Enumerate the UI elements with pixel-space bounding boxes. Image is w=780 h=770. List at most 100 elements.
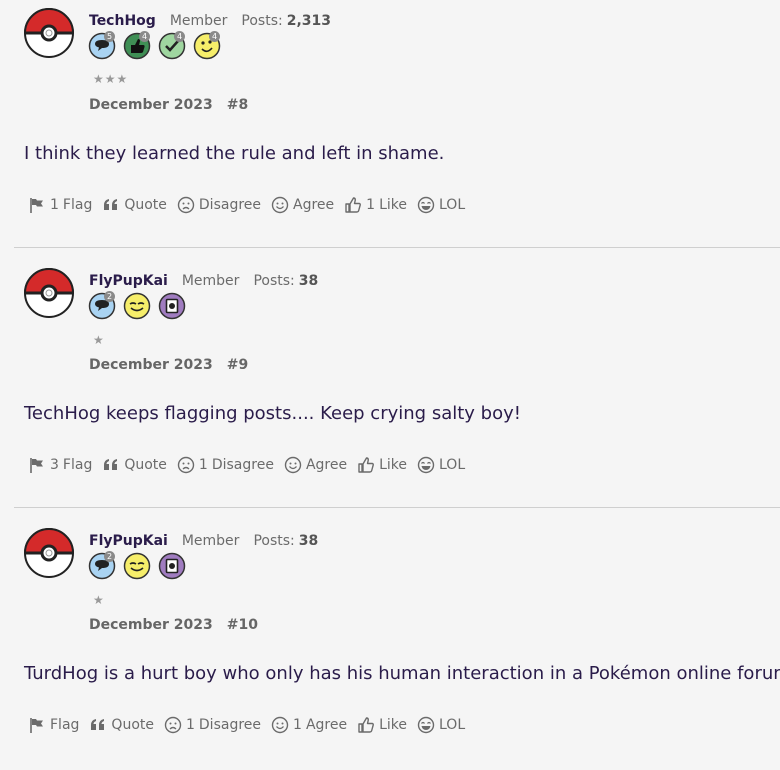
- speech-bubble-badge-icon[interactable]: 2: [88, 551, 116, 580]
- quote-button[interactable]: Quote: [102, 196, 167, 214]
- lol-label: LOL: [439, 197, 466, 213]
- post: FlyPupKai Member Posts: 38 2 ★ December 2023 #1…: [0, 520, 780, 770]
- flag-icon: [28, 196, 50, 214]
- flag-icon: [28, 456, 50, 474]
- post-number-link[interactable]: #9: [227, 357, 248, 373]
- flag-button[interactable]: 3 Flag: [28, 456, 92, 474]
- user-role: Member: [181, 273, 240, 289]
- post-number-link[interactable]: #8: [227, 97, 248, 113]
- post-date-link[interactable]: December 2023: [89, 357, 213, 373]
- flag-label: Flag: [50, 717, 80, 733]
- flag-button[interactable]: Flag: [28, 716, 79, 734]
- photo-badge-icon[interactable]: [158, 292, 186, 320]
- post-date-link[interactable]: December 2023: [89, 617, 213, 633]
- badge-count: 2: [104, 291, 115, 302]
- post-actions: 3 Flag Quote 1 Disagree Agree Like LOL: [28, 456, 475, 474]
- disagree-button[interactable]: Disagree: [177, 196, 261, 214]
- speech-bubble-badge-icon[interactable]: 2: [88, 291, 116, 320]
- checkmark-badge-icon[interactable]: 4: [158, 31, 186, 60]
- post-author-meta: TechHog Member Posts: 2,313: [89, 13, 331, 29]
- disagree-button[interactable]: 1 Disagree: [164, 716, 261, 734]
- flag-icon: [28, 716, 50, 734]
- author-name-link[interactable]: FlyPupKai: [89, 533, 168, 549]
- badge-count: 4: [209, 31, 220, 42]
- like-label: Like: [379, 197, 407, 213]
- disagree-icon: [177, 456, 199, 474]
- post-date-line: December 2023 #8: [89, 97, 248, 113]
- photo-badge-icon[interactable]: [158, 552, 186, 580]
- post-author-meta: FlyPupKai Member Posts: 38: [89, 533, 318, 549]
- pokeball-avatar-icon[interactable]: [23, 8, 75, 58]
- disagree-label: Disagree: [198, 717, 262, 733]
- agree-icon: [271, 196, 293, 214]
- like-count: 1: [366, 197, 376, 213]
- badge-list: 2: [88, 551, 186, 580]
- lol-label: LOL: [439, 457, 466, 473]
- lol-button[interactable]: LOL: [417, 196, 465, 214]
- post-divider: [14, 507, 780, 508]
- speech-bubble-badge-icon[interactable]: 5: [88, 31, 116, 60]
- flag-button[interactable]: 1 Flag: [28, 196, 92, 214]
- post-body: TurdHog is a hurt boy who only has his h…: [24, 663, 780, 684]
- disagree-label: Disagree: [198, 197, 262, 213]
- agree-button[interactable]: Agree: [284, 456, 347, 474]
- user-role: Member: [169, 13, 228, 29]
- disagree-label: Disagree: [211, 457, 274, 473]
- thumbs-up-badge-icon[interactable]: 4: [123, 31, 151, 60]
- posts-count: 38: [298, 273, 319, 289]
- lol-icon: [417, 456, 439, 474]
- wink-badge-icon[interactable]: [123, 292, 151, 320]
- post-actions: Flag Quote 1 Disagree 1 Agree Like LOL: [28, 716, 475, 734]
- wink-badge-icon[interactable]: [123, 552, 151, 580]
- post-date-link[interactable]: December 2023: [89, 97, 213, 113]
- flag-label: Flag: [62, 197, 93, 213]
- like-icon: [357, 716, 379, 734]
- rank-stars: ★: [93, 333, 105, 347]
- disagree-count: 1: [185, 717, 195, 733]
- flag-count: 1: [50, 197, 59, 213]
- badge-count: 4: [174, 31, 185, 42]
- quote-button[interactable]: Quote: [102, 456, 167, 474]
- pokeball-avatar-icon[interactable]: [23, 268, 75, 318]
- agree-button[interactable]: 1 Agree: [271, 716, 347, 734]
- badge-list: 2: [88, 291, 186, 320]
- lol-button[interactable]: LOL: [417, 456, 465, 474]
- author-name-link[interactable]: FlyPupKai: [89, 273, 168, 289]
- like-button[interactable]: 1 Like: [344, 196, 407, 214]
- post-number-link[interactable]: #10: [227, 617, 258, 633]
- quote-icon: [102, 456, 124, 474]
- quote-button[interactable]: Quote: [89, 716, 154, 734]
- agree-icon: [284, 456, 306, 474]
- user-role: Member: [181, 533, 240, 549]
- like-icon: [344, 196, 366, 214]
- rank-stars: ★★★: [93, 72, 129, 86]
- pokeball-avatar-icon[interactable]: [23, 528, 75, 578]
- post: TechHog Member Posts: 2,313 5 4 4 4 ★★★ December …: [0, 0, 780, 250]
- agree-icon: [271, 716, 293, 734]
- badge-count: 2: [104, 551, 115, 562]
- author-name-link[interactable]: TechHog: [89, 13, 156, 29]
- flag-count: 3: [50, 457, 59, 473]
- quote-label: Quote: [111, 717, 154, 733]
- disagree-count: 1: [198, 457, 208, 473]
- like-button[interactable]: Like: [357, 456, 407, 474]
- posts-label: Posts:: [241, 13, 283, 29]
- lol-button[interactable]: LOL: [417, 716, 465, 734]
- quote-label: Quote: [124, 457, 167, 473]
- quote-icon: [102, 196, 124, 214]
- agree-button[interactable]: Agree: [271, 196, 334, 214]
- quote-icon: [89, 716, 111, 734]
- disagree-button[interactable]: 1 Disagree: [177, 456, 274, 474]
- disagree-icon: [164, 716, 186, 734]
- like-icon: [357, 456, 379, 474]
- posts-count: 38: [298, 533, 319, 549]
- lol-label: LOL: [439, 717, 466, 733]
- smiley-badge-icon[interactable]: 4: [193, 31, 221, 60]
- post-actions: 1 Flag Quote Disagree Agree 1 Like LOL: [28, 196, 475, 214]
- like-button[interactable]: Like: [357, 716, 407, 734]
- badge-count: 5: [104, 31, 115, 42]
- rank-stars: ★: [93, 593, 105, 607]
- post-divider: [14, 247, 780, 248]
- post: FlyPupKai Member Posts: 38 2 ★ December 2023 #9…: [0, 260, 780, 510]
- posts-label: Posts:: [253, 533, 295, 549]
